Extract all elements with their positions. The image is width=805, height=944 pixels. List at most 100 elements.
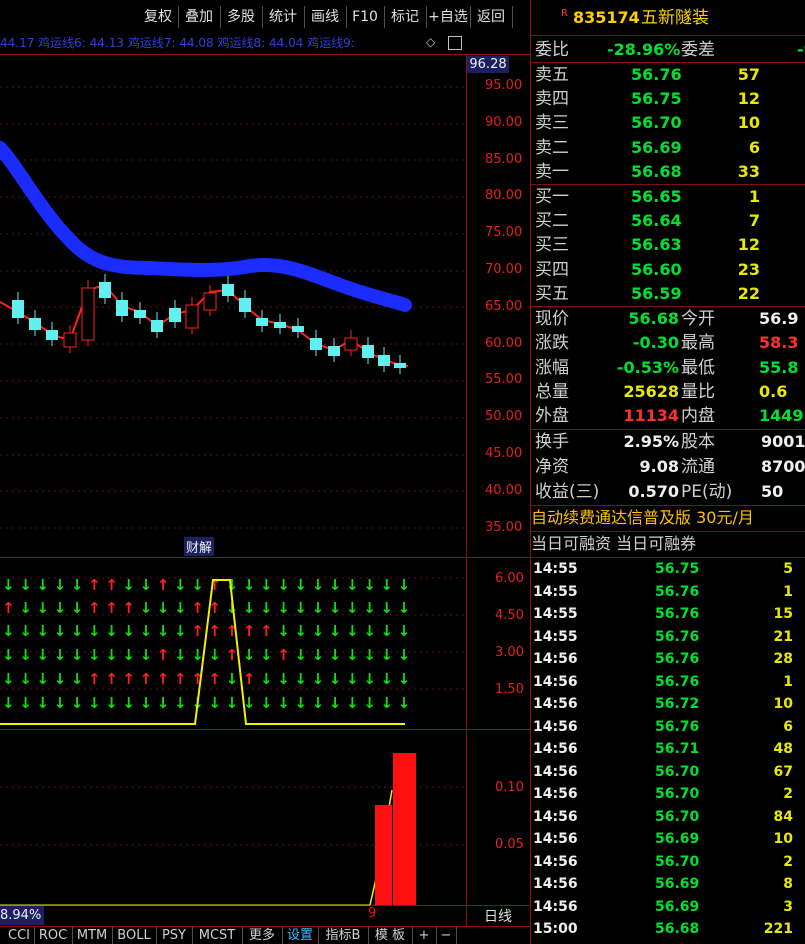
quote-row: 现价 56.68 今开 56.9 [535,309,799,329]
down-arrow: ↓ [363,576,376,594]
down-arrow: ↓ [157,694,170,712]
fundamental-row: 换手2.95%股本90017 [535,432,805,452]
down-arrow: ↓ [277,599,290,617]
tick-time: 14:55 [533,606,578,622]
price-tick: 35.00 [485,519,523,535]
up-arrow: ↑ [122,599,135,617]
indicator-tabs: CCI ROC MTM BOLL PSY MCST 更多 设置 指标B 模 板 + − [0,927,531,944]
tick-time: 14:55 [533,583,578,600]
indicator-tab-9[interactable]: 模 板 [368,927,413,944]
tick-time: 15:00 [533,921,578,937]
tick-row: 14:56 56.76 6 [531,716,805,738]
indicator-tab-8[interactable]: 指标B [318,927,369,944]
down-arrow: ↓ [380,670,393,688]
tick-volume: 3 [783,898,793,915]
up-arrow: ↑ [157,576,170,594]
down-arrow: ↓ [208,646,221,664]
down-arrow: ↓ [380,622,393,640]
sell-price: 56.69 [631,137,682,157]
down-arrow: ↓ [2,576,15,594]
down-arrow: ↓ [2,646,15,664]
buy-volume: 22 [737,283,760,303]
quote-row: 涨跌 -0.30 最高 58.3 [535,333,799,354]
up-arrow: ↑ [174,670,187,688]
period-label[interactable]: 日线 [484,906,512,926]
sell-label: 卖二 [535,137,569,158]
sell-label: 卖一 [535,161,569,182]
indicator-tick: 6.00 [495,571,524,586]
ad-banner[interactable]: 自动续费通达信普及版 30元/月 [531,506,805,530]
indicator-tab-2[interactable]: MTM [72,927,113,944]
tick-volume: 2 [783,786,793,802]
indicator-tab-1[interactable]: ROC [34,927,73,944]
up-arrow: ↑ [88,576,101,594]
buy-volume: 7 [748,211,760,231]
down-arrow: ↓ [36,622,49,640]
down-arrow: ↓ [71,670,84,688]
indicator-tab-7[interactable]: 设置 [282,927,319,944]
toolbar-button-0[interactable]: 复权 [138,6,179,28]
candle [310,338,322,350]
up-arrow: ↑ [157,670,170,688]
down-arrow: ↓ [174,599,187,617]
volume-axis: 0.10 0.05 [468,730,530,905]
down-arrow: ↓ [19,670,32,688]
indicator-tab-0[interactable]: CCI [4,927,35,944]
down-arrow: ↓ [122,576,135,594]
indicator-tab-10[interactable]: + [412,927,437,944]
tick-row: 14:55 56.75 5 [531,558,805,580]
tick-price: 56.76 [655,718,700,735]
up-arrow: ↑ [105,670,118,688]
candle [63,332,77,348]
tick-time: 14:56 [533,741,578,757]
indicator-tab-3[interactable]: BOLL [112,927,157,944]
indicator-tab-6[interactable]: 更多 [242,927,283,944]
down-arrow: ↓ [294,694,307,712]
toolbar-button-3[interactable]: 统计 [262,6,305,28]
indicator-tab-5[interactable]: MCST [192,927,243,944]
ma-band [0,141,412,312]
sell-price: 56.75 [631,89,682,109]
indicator-tab-11[interactable]: − [436,927,457,944]
buy-price: 56.59 [631,283,682,303]
down-arrow: ↓ [71,599,84,617]
caijie-label[interactable]: 财解 [184,537,215,556]
toolbar-button-6[interactable]: 标记 [384,6,427,28]
down-arrow: ↓ [71,576,84,594]
toolbar-button-1[interactable]: 叠加 [178,6,221,28]
indicator-tab-4[interactable]: PSY [156,927,193,944]
up-arrow: ↑ [277,646,290,664]
up-arrow: ↑ [208,670,221,688]
candle [151,320,163,332]
indicator-tick: 1.50 [495,682,524,697]
toolbar-button-4[interactable]: 画线 [304,6,347,28]
tick-row: 14:55 56.76 1 [531,581,805,603]
down-arrow: ↓ [380,599,393,617]
tick-time: 14:56 [533,876,578,892]
down-arrow: ↓ [140,599,153,617]
down-arrow: ↓ [380,646,393,664]
legend-arrow-icon[interactable]: ◇ [426,35,435,49]
tick-volume: 1 [783,673,793,690]
toolbar-button-5[interactable]: F10 [346,6,385,28]
down-arrow: ↓ [140,694,153,712]
up-arrow: ↑ [191,622,204,640]
down-arrow: ↓ [363,599,376,617]
tick-row: 14:56 56.76 28 [531,648,805,670]
down-arrow: ↓ [277,622,290,640]
quote-row: 涨幅 -0.53% 最低 55.8 [535,357,799,378]
legend-toggle-icon[interactable] [448,36,462,50]
down-arrow: ↓ [19,646,32,664]
candle [81,287,95,341]
kline-chart-area[interactable]: ↓ ↓ ↓ ↓ ↓ ↑ ↑ ↓ ↓ ↑ ↓ ↓ ↑ ↓ ↓ ↓ ↓ ↓ ↓ ↓ ↓ ↓ ↓ ↓↑ ↓ ↓ ↓ ↓ ↑ ↑ ↑ ↓ ↓ ↓ ↑ ↑ ↓ ↓ ↓… [0,0,531,944]
toolbar-button-2[interactable]: 多股 [220,6,263,28]
indicator-axis: 6.00 4.50 3.00 1.50 [468,558,530,728]
down-arrow: ↓ [140,646,153,664]
down-arrow: ↓ [329,670,342,688]
tick-volume: 21 [773,628,793,645]
toolbar-button-7[interactable]: +自选 [426,6,471,28]
down-arrow: ↓ [329,599,342,617]
down-arrow: ↓ [260,576,273,594]
candle [203,292,217,311]
down-arrow: ↓ [71,646,84,664]
